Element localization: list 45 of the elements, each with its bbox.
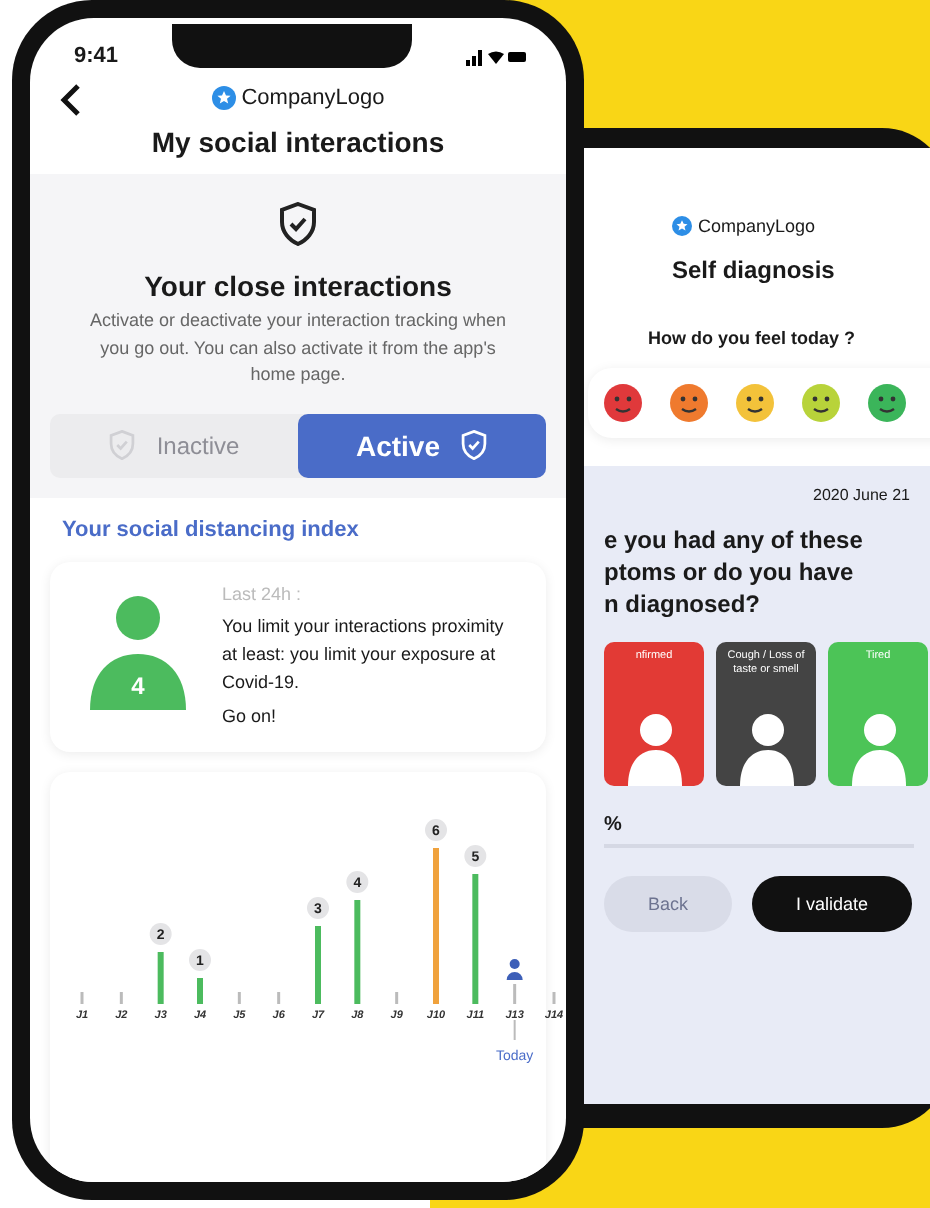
period-label: Last 24h : [222,581,304,607]
symptom-question: e you had any of these ptoms or do you have n diagnosed? [604,524,865,622]
chart-bar [315,926,321,1005]
date-label: 2020 June 21 [813,486,910,504]
person-icon [506,959,523,981]
shield-check-icon [460,430,489,460]
person-score-drawing: 4 [74,581,202,717]
logo-icon [672,216,692,236]
mood-button[interactable] [868,384,906,422]
back-chevron-icon[interactable] [58,82,86,118]
screen-title: Self diagnosis [672,256,837,284]
chart-tick [513,984,517,1005]
mood-button[interactable] [736,384,774,422]
chart-tick [80,992,84,1005]
chart-tick [277,992,281,1005]
chart-bar [157,952,164,1005]
mood-button[interactable] [802,384,840,422]
shield-check-icon [108,430,137,460]
logo-icon [211,86,236,110]
index-message: You limit your interactions proximity at least: you limit your exposure at Covid-19. [222,614,506,697]
section-heading: Your social distancing index [60,515,361,545]
chart-bar [197,978,203,1005]
validate-button[interactable]: I validate [752,875,913,932]
progress-label: % [604,813,624,836]
chart-tick [237,992,241,1005]
signal-icon [466,47,526,65]
chart-tick [119,992,123,1005]
chart-bar [354,900,361,1005]
chart-tick [552,992,556,1005]
leader-line [513,1019,516,1042]
section-description: Activate or deactivate your interaction tracking when you go out. You can also activate it from the app's home page. [87,308,509,388]
toggle-option[interactable]: Active [298,413,546,477]
encouragement-text: Go on! [222,704,279,731]
mood-question: How do you feel today ? [648,328,858,348]
status-time: 9:41 [74,44,119,68]
mood-button[interactable] [670,384,708,422]
shield-check-icon [278,202,318,246]
chart-bar [472,874,479,1005]
screen-title: My social interactions [151,126,445,158]
chart-tick [395,992,399,1005]
company-logo: CompanyLogo [698,216,816,236]
company-logo: CompanyLogo [241,86,385,110]
section-heading: Your close interactions [144,270,452,302]
mood-button[interactable] [604,384,642,422]
toggle-option[interactable]: Inactive [50,413,298,477]
